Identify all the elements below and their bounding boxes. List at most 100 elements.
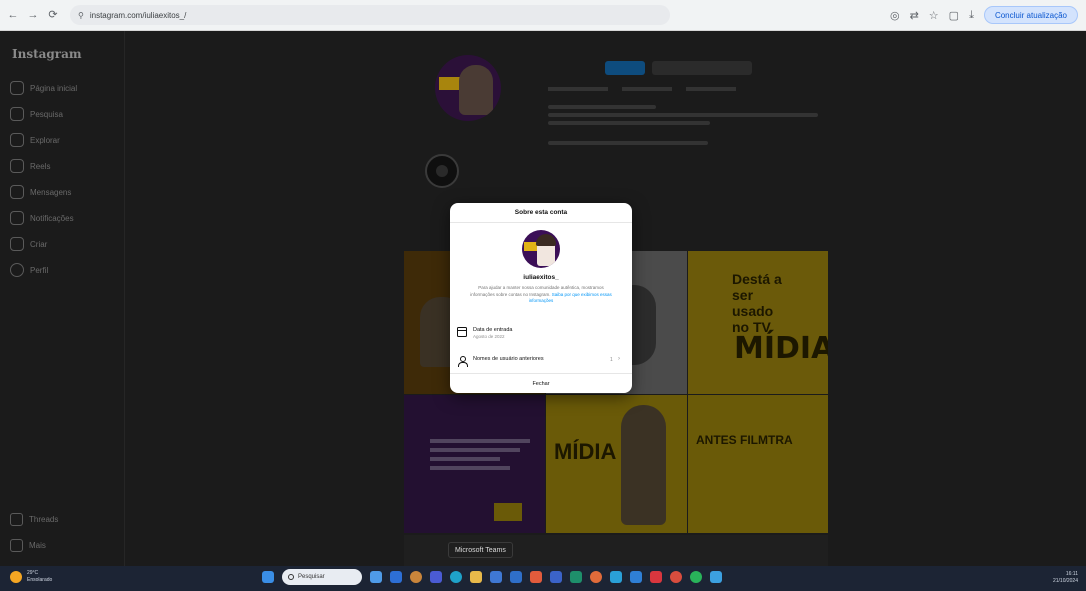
forward-icon[interactable]: → [26, 8, 40, 22]
sidebar-item-notifications[interactable]: Notificações [10, 211, 74, 225]
app-icon[interactable] [710, 571, 722, 583]
date-joined-value: Agosto de 2022 [473, 334, 505, 339]
story-highlight[interactable] [425, 154, 459, 188]
file-explorer-icon[interactable] [470, 571, 482, 583]
windows-taskbar: 29°C Ensolarado Pesquisar 16:11 21/10/20… [0, 566, 1086, 591]
firefox-icon[interactable] [590, 571, 602, 583]
stat-posts [548, 87, 608, 91]
stat-following [686, 87, 736, 91]
word-icon[interactable] [550, 571, 562, 583]
system-clock[interactable]: 16:11 21/10/2024 [1053, 571, 1078, 585]
browser-toolbar: ← → ⟳ ⚲ instagram.com/iuliaexitos_/ ◎ ⇄ … [0, 0, 1086, 31]
messages-icon [10, 185, 24, 199]
translate-icon[interactable]: ⇄ [910, 9, 919, 22]
office-icon[interactable] [530, 571, 542, 583]
post-title: ANTES FILMTRA [696, 433, 793, 447]
store-icon[interactable] [490, 571, 502, 583]
date-joined-label: Data de entrada [473, 327, 513, 333]
finish-update-button[interactable]: Concluir atualização [983, 6, 1078, 24]
former-usernames-row[interactable]: Nomes de usuário anteriores [457, 356, 544, 367]
profile-stats [548, 87, 736, 91]
reload-icon[interactable]: ⟳ [46, 8, 60, 22]
avatar-tag [439, 77, 461, 90]
app-icon[interactable] [670, 571, 682, 583]
former-usernames-label: Nomes de usuário anteriores [473, 356, 544, 362]
sidebar-item-profile[interactable]: Perfil [10, 263, 48, 277]
post-tile[interactable]: Destá a ser usado no TV MÍDIA [688, 251, 828, 394]
sidebar: Instagram Página inicial Pesquisa Explor… [0, 31, 125, 566]
create-icon [10, 237, 24, 251]
post-tile[interactable] [404, 395, 545, 533]
sidebar-item-reels[interactable]: Reels [10, 159, 50, 173]
teams-icon[interactable] [430, 571, 442, 583]
profile-link[interactable] [548, 141, 708, 145]
stat-followers [622, 87, 672, 91]
chevron-right-icon: › [618, 356, 620, 362]
weather-widget[interactable]: 29°C Ensolarado [10, 570, 52, 584]
clock-date: 21/10/2024 [1052, 578, 1078, 584]
profile-avatar-icon [10, 263, 24, 277]
avatar-face [459, 65, 493, 115]
app-icon[interactable] [610, 571, 622, 583]
sidebar-item-messages[interactable]: Mensagens [10, 185, 71, 199]
edge-icon[interactable] [450, 571, 462, 583]
site-info-icon[interactable]: ⚲ [78, 11, 84, 20]
message-button[interactable] [652, 61, 752, 75]
about-account-dialog: Sobre esta conta iuliaexitos_ Para ajuda… [450, 203, 632, 393]
follow-button[interactable] [605, 61, 645, 75]
instagram-logo[interactable]: Instagram [12, 47, 82, 61]
avatar-hair [536, 234, 556, 246]
sidebar-item-more[interactable]: Mais [10, 539, 46, 552]
weather-desc: Ensolarado [27, 577, 53, 583]
sidebar-item-search[interactable]: Pesquisa [10, 107, 63, 121]
bookmark-star-icon[interactable]: ☆ [929, 9, 939, 22]
search-icon [10, 107, 24, 121]
extensions-icon[interactable]: ▢ [949, 9, 959, 22]
dialog-description: Para ajudar a manter nossa comunidade au… [466, 285, 616, 305]
heart-icon [10, 211, 24, 225]
post-tile[interactable]: MÍDIA [546, 395, 687, 533]
google-lens-icon[interactable]: ◎ [890, 9, 900, 22]
post-tile[interactable]: ANTES FILMTRA [688, 395, 828, 533]
pdf-reader-icon[interactable] [650, 571, 662, 583]
app-icon[interactable] [570, 571, 582, 583]
threads-icon [10, 513, 23, 526]
windows-start-icon[interactable] [262, 571, 274, 583]
clock-time: 16:11 [1065, 571, 1078, 577]
sun-icon [10, 571, 22, 583]
explore-icon [10, 133, 24, 147]
chrome-icon[interactable] [410, 571, 422, 583]
mail-icon[interactable] [510, 571, 522, 583]
person-icon [457, 356, 468, 367]
app-icon[interactable] [630, 571, 642, 583]
close-button[interactable]: Fechar [450, 374, 632, 393]
address-bar[interactable]: ⚲ instagram.com/iuliaexitos_/ [70, 5, 670, 25]
sidebar-item-create[interactable]: Criar [10, 237, 47, 251]
search-placeholder: Pesquisar [298, 574, 325, 580]
back-icon[interactable]: ← [6, 8, 20, 22]
magnifier-icon [288, 574, 294, 580]
sidebar-item-threads[interactable]: Threads [10, 513, 58, 526]
weather-temp: 29°C [27, 570, 39, 576]
dialog-title: Sobre esta conta [450, 203, 632, 223]
post-text-lines [430, 439, 530, 475]
post-badge [494, 503, 522, 521]
download-icon[interactable]: ⤓ [969, 9, 974, 22]
sidebar-item-home[interactable]: Página inicial [10, 81, 77, 95]
whatsapp-icon[interactable] [690, 571, 702, 583]
taskbar-search[interactable]: Pesquisar [282, 569, 362, 585]
calendar-icon [457, 327, 467, 337]
menu-icon [10, 539, 23, 552]
url-text: instagram.com/iuliaexitos_/ [89, 10, 187, 20]
profile-bio [548, 105, 818, 129]
date-joined-row: Data de entrada Agosto de 2022 [457, 327, 512, 340]
teams-tooltip: Microsoft Teams [448, 542, 513, 558]
dialog-avatar [522, 230, 560, 268]
profile-avatar[interactable] [435, 55, 501, 121]
post-illustration [621, 405, 666, 525]
post-title: Destá a ser usado no TV [732, 271, 782, 335]
taskbar-apps: Pesquisar [262, 569, 722, 585]
task-view-icon[interactable] [390, 571, 402, 583]
sidebar-item-explore[interactable]: Explorar [10, 133, 60, 147]
widgets-icon[interactable] [370, 571, 382, 583]
